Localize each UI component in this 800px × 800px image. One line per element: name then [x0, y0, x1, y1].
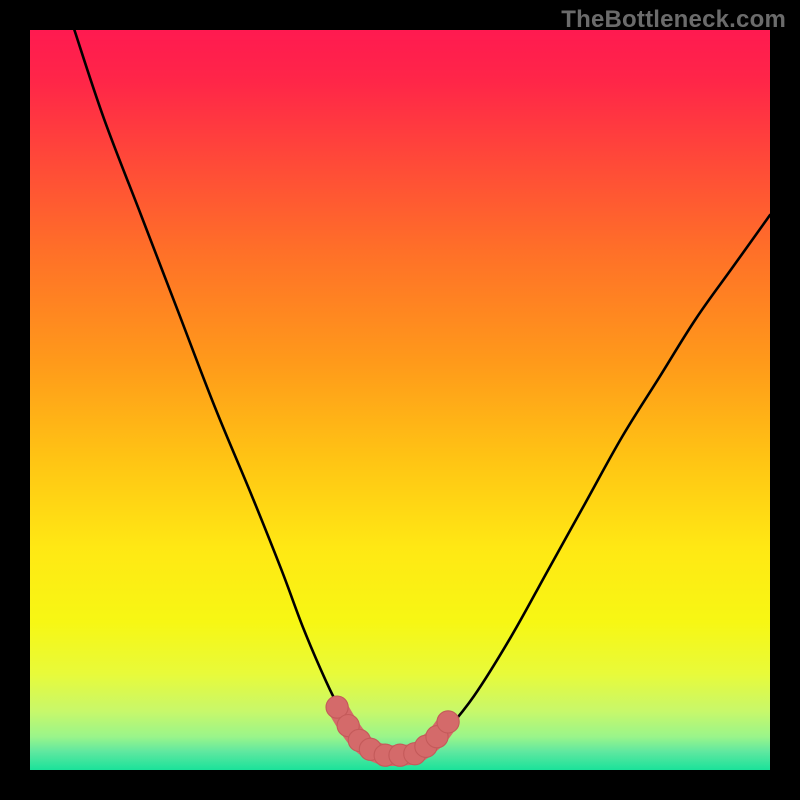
chart-svg — [30, 30, 770, 770]
gradient-background — [30, 30, 770, 770]
watermark-text: TheBottleneck.com — [561, 6, 786, 34]
highlight-marker — [437, 711, 459, 733]
plot-area — [30, 30, 770, 770]
chart-frame: TheBottleneck.com — [0, 0, 800, 800]
